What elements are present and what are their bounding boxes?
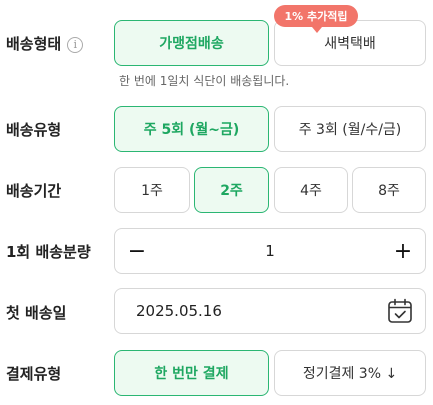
delivery-type-label: 배송형태 i: [6, 33, 84, 54]
period-1week[interactable]: 1주: [114, 167, 190, 213]
quantity-stepper: − 1 +: [114, 228, 426, 274]
delivery-note: 한 번에 1일치 식단이 배송됩니다.: [119, 74, 290, 88]
period-4weeks[interactable]: 4주: [274, 167, 348, 213]
quantity-value: 1: [265, 242, 275, 260]
payment-once-button[interactable]: 한 번만 결제: [114, 350, 269, 396]
quantity-label: 1회 배송분량: [6, 243, 91, 261]
first-delivery-date-value: 2025.05.16: [136, 302, 222, 320]
period-8weeks[interactable]: 8주: [352, 167, 426, 213]
plus-button[interactable]: +: [383, 229, 423, 273]
delivery-option-franchise[interactable]: 가맹점배송: [114, 20, 269, 66]
first-delivery-label: 첫 배송일: [6, 304, 67, 322]
info-icon[interactable]: i: [67, 37, 84, 53]
delivery-period-label: 배송기간: [6, 182, 62, 200]
first-delivery-date-field[interactable]: 2025.05.16: [114, 288, 426, 334]
delivery-kind-label: 배송유형: [6, 121, 62, 139]
delivery-kind-3days[interactable]: 주 3회 (월/수/금): [274, 106, 426, 152]
payment-type-label: 결제유형: [6, 365, 62, 383]
period-2weeks[interactable]: 2주: [194, 167, 269, 213]
delivery-kind-5days[interactable]: 주 5회 (월~금): [114, 106, 269, 152]
minus-button[interactable]: −: [117, 229, 157, 273]
payment-subscription-button[interactable]: 정기결제 3% ↓: [274, 350, 426, 396]
delivery-type-label-text: 배송형태: [6, 35, 62, 53]
calendar-icon[interactable]: [387, 298, 413, 324]
reward-badge: 1% 추가적립: [274, 5, 358, 33]
